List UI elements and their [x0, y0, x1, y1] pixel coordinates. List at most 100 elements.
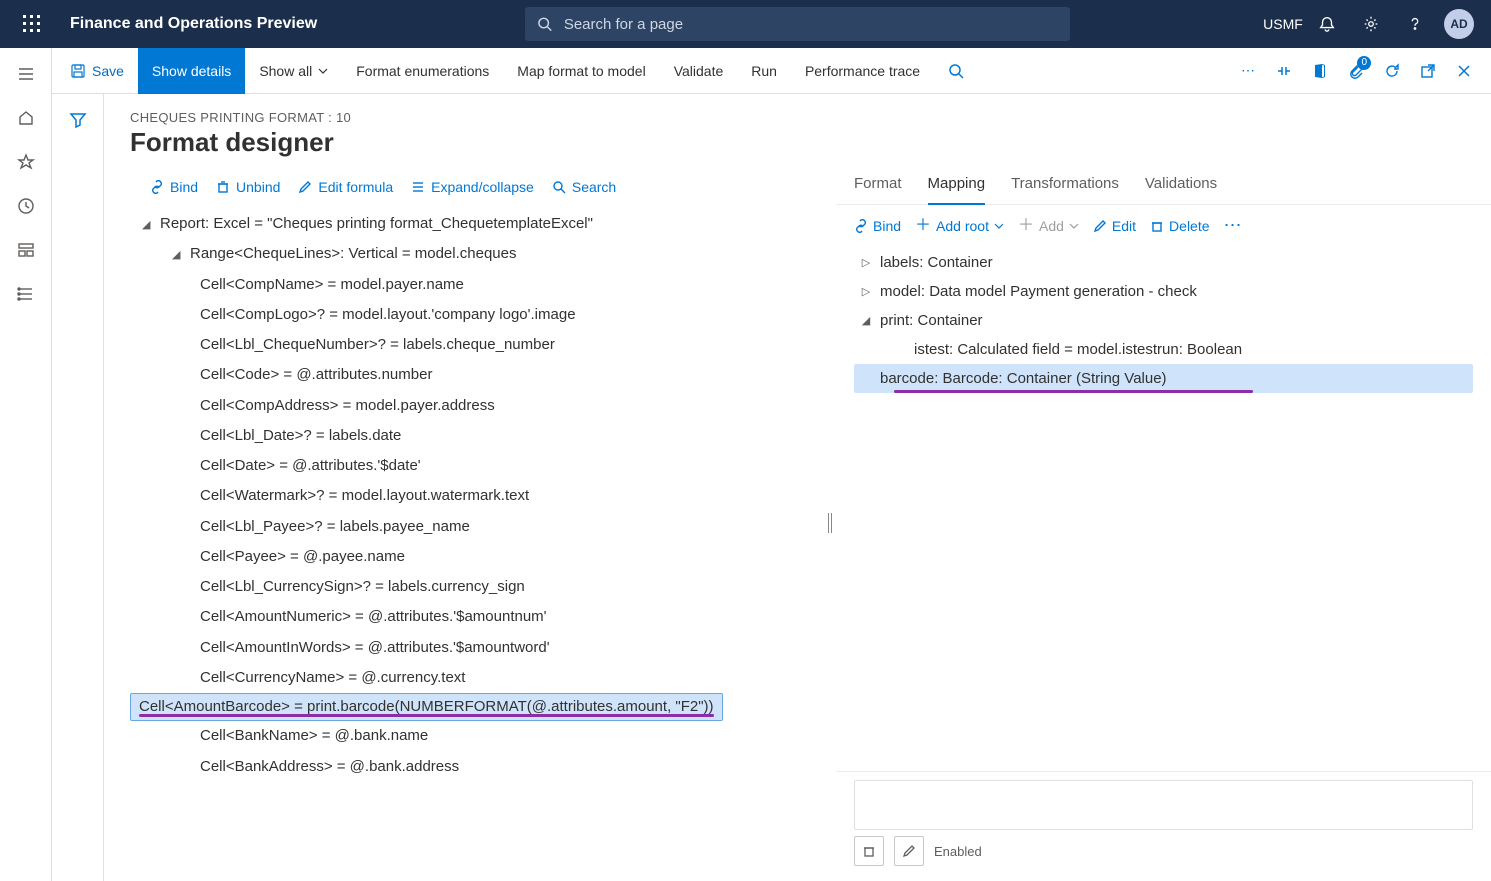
tree-node[interactable]: Cell<AmountNumeric> = @.attributes.'$amo… — [130, 602, 824, 632]
tree-search-button[interactable]: Search — [552, 179, 616, 195]
nav-hamburger-icon[interactable] — [14, 62, 38, 86]
pencil-icon — [1093, 219, 1107, 233]
chevron-down-icon — [1069, 221, 1079, 231]
actionbar: Save Show details Show all Format enumer… — [0, 48, 1491, 94]
tree-node-label: Cell<AmountInWords> = @.attributes.'$amo… — [200, 639, 550, 656]
topbar: Finance and Operations Preview USMF AD — [0, 0, 1491, 48]
mapping-bind-button[interactable]: Bind — [854, 218, 901, 234]
validate-button[interactable]: Validate — [660, 48, 738, 94]
connector-icon[interactable] — [1267, 54, 1301, 88]
refresh-icon[interactable] — [1375, 54, 1409, 88]
actionbar-search-icon[interactable] — [934, 48, 978, 94]
datasource-barcode[interactable]: barcode: Barcode: Container (String Valu… — [854, 364, 1473, 393]
help-icon[interactable] — [1395, 0, 1435, 48]
filter-column — [52, 94, 104, 881]
save-button[interactable]: Save — [56, 48, 138, 94]
list-icon — [411, 180, 425, 194]
tree-node-label: Cell<Date> = @.attributes.'$date' — [200, 457, 421, 474]
link-icon — [150, 180, 164, 194]
tree-node-label: Cell<Lbl_ChequeNumber>? = labels.cheque_… — [200, 336, 555, 353]
tree-node[interactable]: Cell<BankAddress> = @.bank.address — [130, 752, 824, 782]
company-picker[interactable]: USMF — [1263, 0, 1303, 48]
delete-button[interactable]: Delete — [1150, 218, 1209, 234]
bind-button[interactable]: Bind — [150, 179, 198, 195]
chevron-down-icon — [994, 221, 1004, 231]
splitter[interactable] — [824, 165, 836, 881]
edit-expression-button[interactable] — [894, 836, 924, 866]
mapping-pane: Format Mapping Transformations Validatio… — [836, 165, 1491, 881]
tree-node[interactable]: Cell<BankName> = @.bank.name — [130, 721, 824, 751]
map-format-button[interactable]: Map format to model — [503, 48, 659, 94]
tree-node[interactable]: Cell<Lbl_Date>? = labels.date — [130, 421, 824, 451]
binding-expression-input[interactable] — [854, 780, 1473, 830]
tree-node-label: Cell<AmountBarcode> = print.barcode(NUMB… — [139, 698, 714, 715]
add-root-button[interactable]: ＋Add root — [915, 218, 1004, 234]
tree-node-label: Cell<CompLogo>? = model.layout.'company … — [200, 306, 576, 323]
highlight-underline — [894, 390, 1253, 393]
caret-icon: ◢ — [172, 248, 184, 263]
datasource-print[interactable]: ◢print: Container — [854, 306, 1473, 335]
notifications-icon[interactable] — [1307, 0, 1347, 48]
caret-icon: ◢ — [142, 218, 154, 233]
tree-node[interactable]: Cell<CompLogo>? = model.layout.'company … — [130, 300, 824, 330]
main: CHEQUES PRINTING FORMAT : 10 Format desi… — [52, 94, 1491, 881]
datasource-model[interactable]: ▷model: Data model Payment generation - … — [854, 277, 1473, 306]
performance-trace-button[interactable]: Performance trace — [791, 48, 934, 94]
link-icon — [854, 219, 868, 233]
search-icon — [537, 16, 552, 32]
tree-node[interactable]: Cell<CompAddress> = model.payer.address — [130, 391, 824, 421]
workspaces-icon[interactable] — [14, 238, 38, 262]
tab-validations[interactable]: Validations — [1145, 165, 1217, 204]
tree-node-label: Report: Excel = "Cheques printing format… — [160, 215, 593, 232]
more-icon[interactable]: ⋯ — [1231, 54, 1265, 88]
avatar[interactable]: AD — [1439, 0, 1479, 48]
format-enumerations-button[interactable]: Format enumerations — [342, 48, 503, 94]
tree-node[interactable]: Cell<Watermark>? = model.layout.watermar… — [130, 481, 824, 511]
tree-node[interactable]: Cell<CurrencyName> = @.currency.text — [130, 663, 824, 693]
tab-mapping[interactable]: Mapping — [928, 165, 986, 204]
home-icon[interactable] — [14, 106, 38, 130]
tab-transformations[interactable]: Transformations — [1011, 165, 1119, 204]
settings-icon[interactable] — [1351, 0, 1391, 48]
office-icon[interactable] — [1303, 54, 1337, 88]
favorites-icon[interactable] — [14, 150, 38, 174]
tree-node[interactable]: Cell<AmountInWords> = @.attributes.'$amo… — [130, 633, 824, 663]
filter-icon[interactable] — [66, 108, 90, 132]
tree-node[interactable]: ◢ Report: Excel = "Cheques printing forma… — [130, 209, 824, 239]
run-button[interactable]: Run — [737, 48, 791, 94]
tree-node-label: Cell<Lbl_CurrencySign>? = labels.currenc… — [200, 578, 525, 595]
show-all-button[interactable]: Show all — [245, 48, 342, 94]
show-details-button[interactable]: Show details — [138, 48, 245, 94]
datasource-labels[interactable]: ▷labels: Container — [854, 248, 1473, 277]
edit-button[interactable]: Edit — [1093, 218, 1136, 234]
format-tree-pane: Bind Unbind Edit formula Expand/collapse — [104, 165, 824, 881]
tab-format[interactable]: Format — [854, 165, 902, 204]
search-input[interactable] — [562, 15, 1058, 34]
edit-formula-button[interactable]: Edit formula — [298, 179, 393, 195]
tree-node[interactable]: Cell<Lbl_Payee>? = labels.payee_name — [130, 512, 824, 542]
recent-icon[interactable] — [14, 194, 38, 218]
tree-node-selected[interactable]: Cell<AmountBarcode> = print.barcode(NUMB… — [130, 693, 723, 721]
tree-node[interactable]: Cell<Lbl_ChequeNumber>? = labels.cheque_… — [130, 330, 824, 360]
tree-node[interactable]: Cell<CompName> = model.payer.name — [130, 270, 824, 300]
mapping-more-icon[interactable]: ⋯ — [1224, 215, 1242, 236]
popout-icon[interactable] — [1411, 54, 1445, 88]
datasource-istest[interactable]: istest: Calculated field = model.istestr… — [854, 335, 1473, 364]
global-search[interactable] — [525, 7, 1070, 41]
trash-icon — [216, 180, 230, 194]
delete-expression-button[interactable] — [854, 836, 884, 866]
expand-collapse-button[interactable]: Expand/collapse — [411, 179, 534, 195]
tree-node[interactable]: Cell<Lbl_CurrencySign>? = labels.currenc… — [130, 572, 824, 602]
close-icon[interactable] — [1447, 54, 1481, 88]
tree-node[interactable]: Cell<Date> = @.attributes.'$date' — [130, 451, 824, 481]
search-icon — [552, 180, 566, 194]
app-launcher-icon[interactable] — [8, 15, 56, 33]
attachments-icon[interactable]: 0 — [1339, 54, 1373, 88]
trash-icon — [1150, 219, 1164, 233]
tree-node[interactable]: Cell<Code> = @.attributes.number — [130, 360, 824, 390]
tree-node[interactable]: ◢Range<ChequeLines>: Vertical = model.ch… — [130, 239, 824, 269]
chevron-down-icon — [318, 66, 328, 76]
modules-icon[interactable] — [14, 282, 38, 306]
unbind-button[interactable]: Unbind — [216, 179, 280, 195]
tree-node[interactable]: Cell<Payee> = @.payee.name — [130, 542, 824, 572]
